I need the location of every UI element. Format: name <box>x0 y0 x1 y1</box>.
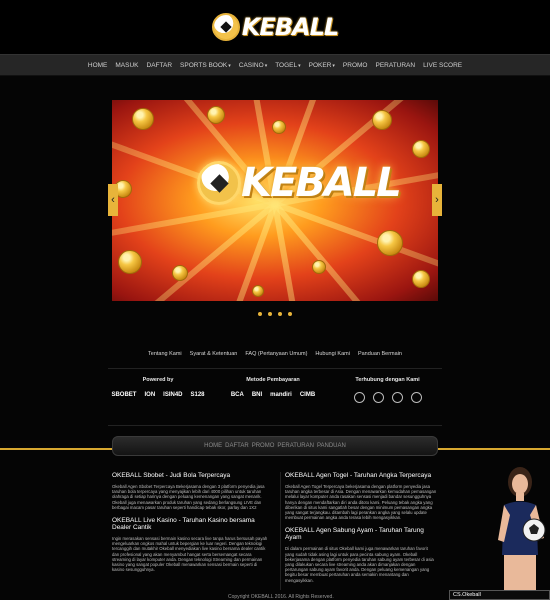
badge-icon[interactable] <box>372 392 384 403</box>
slide-brand-name: KEBALL <box>241 160 402 206</box>
partners-section: Powered by SBOBET ION ISIN4D S128 Metode… <box>108 368 442 426</box>
nav-togel[interactable]: TOGEL▾ <box>275 62 300 69</box>
slider-dot[interactable] <box>268 312 272 316</box>
slide-brand-logo: KEBALL <box>197 160 402 206</box>
trusted-by: Terhubung dengan Kami <box>333 377 442 403</box>
section-title: OKEBALL Agen Sabung Ayam - Taruhan Tarun… <box>285 527 424 542</box>
bnav-promo[interactable]: PROMO <box>252 443 275 449</box>
coin-icon <box>412 270 430 288</box>
caret-down-icon: ▾ <box>228 62 231 69</box>
bni-logo: BNI <box>251 392 263 398</box>
nav-casino[interactable]: CASINO▾ <box>239 62 267 69</box>
section-body: Ingin merasakan sensasi bermain kasino s… <box>112 536 268 573</box>
s128-logo: S128 <box>190 392 205 398</box>
page: KEBALL HOME MASUK DAFTAR SPORTS BOOK▾ CA… <box>0 0 550 600</box>
section-body: Okeball Agen Sbobet Terpercaya Bekerjasa… <box>112 484 265 510</box>
cs-chat-button[interactable]: CS.Okeball <box>449 590 550 600</box>
copyright: Copyright OKEBALL 2016. All Rights Reser… <box>228 594 334 600</box>
slider-dot[interactable] <box>278 312 282 316</box>
link-syarat[interactable]: Syarat & Ketentuan <box>190 351 238 357</box>
coin-icon <box>372 110 392 130</box>
cs-avatar[interactable] <box>490 460 550 590</box>
link-hubungi[interactable]: Hubungi Kami <box>315 351 350 357</box>
soccer-ball-icon <box>197 161 241 205</box>
slider-dot[interactable] <box>288 312 292 316</box>
nav-masuk[interactable]: MASUK <box>115 62 138 69</box>
coin-icon <box>172 265 188 281</box>
bottom-nav: HOME DAFTAR PROMO PERATURAN PANDUAN <box>112 436 438 456</box>
coin-icon <box>252 285 264 297</box>
chevron-left-icon: ‹ <box>111 194 115 206</box>
coin-icon <box>377 230 403 256</box>
mandiri-logo: mandiri <box>270 392 292 398</box>
chevron-right-icon: › <box>435 194 439 206</box>
hero-slider: KEBALL <box>112 100 438 301</box>
caret-down-icon: ▾ <box>332 62 335 69</box>
link-tentang-kami[interactable]: Tentang Kami <box>148 351 182 357</box>
slider-next-button[interactable]: › <box>432 184 442 216</box>
section-body: Okeball Agen Togel Terpercaya bekerjasam… <box>285 484 437 521</box>
footer-links: Tentang Kami Syarat & Ketentuan FAQ (Per… <box>0 351 550 357</box>
nav-sportsbook[interactable]: SPORTS BOOK▾ <box>180 62 231 69</box>
seo-content: OKEBALL Sbobet - Judi Bola Terpercaya Ok… <box>112 472 442 590</box>
coin-icon <box>207 106 225 124</box>
nav-poker[interactable]: POKER▾ <box>309 62 335 69</box>
bnav-daftar[interactable]: DAFTAR <box>225 443 249 449</box>
nav-live-score[interactable]: LIVE SCORE <box>423 62 462 69</box>
bnav-panduan[interactable]: PANDUAN <box>317 443 346 449</box>
nav-promo[interactable]: PROMO <box>343 62 368 69</box>
coin-icon <box>132 108 154 130</box>
main-nav: HOME MASUK DAFTAR SPORTS BOOK▾ CASINO▾ T… <box>0 54 550 76</box>
sbobet-logo: SBOBET <box>111 392 137 398</box>
brand-logo[interactable]: KEBALL <box>211 13 339 41</box>
payment-methods: Metode Pembayaran BCA BNI mandiri CIMB <box>218 377 328 398</box>
cimb-logo: CIMB <box>299 392 316 398</box>
caret-down-icon: ▾ <box>264 62 268 69</box>
nav-peraturan[interactable]: PERATURAN <box>375 62 415 69</box>
slider-dot[interactable] <box>258 312 262 316</box>
link-panduan[interactable]: Panduan Bermain <box>358 351 402 357</box>
payment-title: Metode Pembayaran <box>246 377 300 383</box>
section-body: Di dalam permainan di situs Okeball kami… <box>285 546 434 583</box>
badge-icon[interactable] <box>353 392 365 403</box>
badge-icon[interactable] <box>410 392 422 403</box>
nav-daftar[interactable]: DAFTAR <box>147 62 173 69</box>
powered-by: Powered by SBOBET ION ISIN4D S128 <box>108 377 208 398</box>
soccer-ball-icon <box>211 13 240 41</box>
slider-dots <box>0 312 550 316</box>
cs-label: CS.Okeball <box>453 592 481 598</box>
powered-by-title: Powered by <box>142 377 174 383</box>
coin-icon <box>412 140 430 158</box>
link-faq[interactable]: FAQ (Pertanyaan Umum) <box>245 351 307 357</box>
slider-prev-button[interactable]: ‹ <box>108 184 118 216</box>
header: KEBALL <box>0 0 550 54</box>
bnav-peraturan[interactable]: PERATURAN <box>277 443 314 449</box>
caret-down-icon: ▾ <box>298 62 301 69</box>
badge-icon[interactable] <box>391 392 403 403</box>
bca-logo: BCA <box>230 392 244 398</box>
isin4d-logo: ISIN4D <box>163 392 183 398</box>
ion-logo: ION <box>144 392 156 398</box>
nav-home[interactable]: HOME <box>88 62 108 69</box>
trusted-title: Terhubung dengan Kami <box>355 377 420 383</box>
coin-icon <box>118 250 142 274</box>
coin-icon <box>312 260 326 274</box>
section-title: OKEBALL Live Kasino - Taruhan Kasino ber… <box>112 517 255 532</box>
section-title: OKEBALL Agen Togel - Taruhan Angka Terpe… <box>285 472 432 479</box>
bnav-home[interactable]: HOME <box>204 443 222 449</box>
section-title: OKEBALL Sbobet - Judi Bola Terpercaya <box>112 472 231 479</box>
coin-icon <box>272 120 286 134</box>
brand-name: KEBALL <box>241 13 339 41</box>
